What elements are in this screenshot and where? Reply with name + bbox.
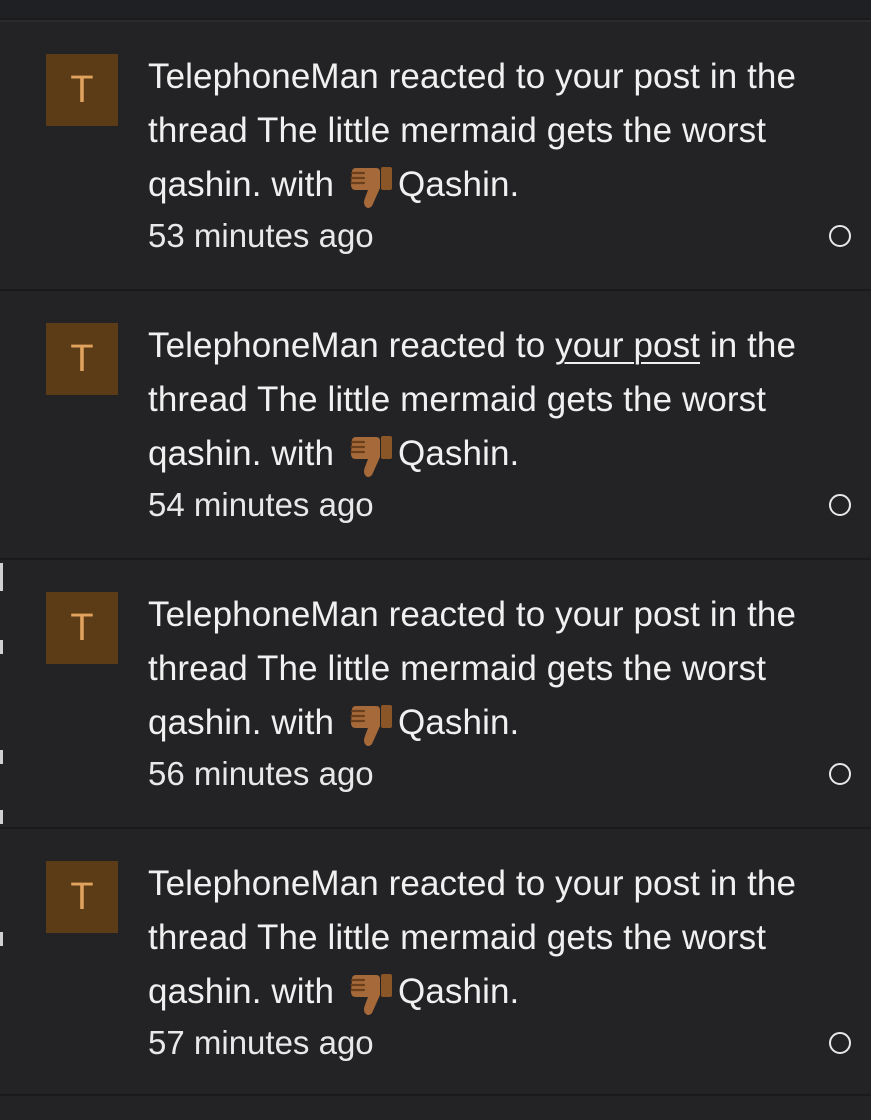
alert-with: with <box>271 972 335 1011</box>
alert-with: with <box>271 165 335 204</box>
avatar[interactable]: T <box>46 861 118 933</box>
mark-read-toggle[interactable] <box>829 494 851 516</box>
next-alert-partial <box>0 1094 871 1120</box>
alert-action: reacted to <box>388 864 546 903</box>
left-edge-marker <box>0 750 3 764</box>
username-link[interactable]: TelephoneMan <box>148 57 379 96</box>
thumbs-down-icon <box>350 436 393 477</box>
left-edge-marker <box>0 810 3 824</box>
alert-list: T TelephoneMan reacted to your post in t… <box>0 20 871 1098</box>
left-edge-marker <box>0 640 3 654</box>
reaction-name: Qashin. <box>398 165 520 204</box>
post-link[interactable]: your post <box>555 595 700 634</box>
reaction-name: Qashin. <box>398 703 520 742</box>
alert-item[interactable]: T TelephoneMan reacted to your post in t… <box>0 829 871 1098</box>
alert-with: with <box>271 703 335 742</box>
avatar[interactable]: T <box>46 592 118 664</box>
alert-text: TelephoneMan reacted to your post in the… <box>148 588 818 750</box>
alert-item[interactable]: T TelephoneMan reacted to your post in t… <box>0 291 871 560</box>
alert-time: 53 minutes ago <box>148 217 374 254</box>
mark-read-toggle[interactable] <box>829 225 851 247</box>
post-link[interactable]: your post <box>555 326 700 365</box>
reaction-name: Qashin. <box>398 434 520 473</box>
top-strip <box>0 0 871 18</box>
reaction-name: Qashin. <box>398 972 520 1011</box>
alert-action: reacted to <box>388 326 546 365</box>
avatar[interactable]: T <box>46 323 118 395</box>
alert-text: TelephoneMan reacted to your post in the… <box>148 50 818 212</box>
alert-time: 56 minutes ago <box>148 755 374 792</box>
left-edge-marker <box>0 932 3 946</box>
username-link[interactable]: TelephoneMan <box>148 326 379 365</box>
alert-time: 54 minutes ago <box>148 486 374 523</box>
username-link[interactable]: TelephoneMan <box>148 595 379 634</box>
thumbs-down-icon <box>350 705 393 746</box>
post-link[interactable]: your post <box>555 57 700 96</box>
mark-read-toggle[interactable] <box>829 763 851 785</box>
alert-action: reacted to <box>388 595 546 634</box>
alert-with: with <box>271 434 335 473</box>
thumbs-down-icon <box>350 974 393 1015</box>
alert-item[interactable]: T TelephoneMan reacted to your post in t… <box>0 560 871 829</box>
username-link[interactable]: TelephoneMan <box>148 864 379 903</box>
alert-time: 57 minutes ago <box>148 1024 374 1061</box>
thumbs-down-icon <box>350 167 393 208</box>
mark-read-toggle[interactable] <box>829 1032 851 1054</box>
avatar[interactable]: T <box>46 54 118 126</box>
alert-text: TelephoneMan reacted to your post in the… <box>148 857 818 1019</box>
alert-text: TelephoneMan reacted to your post in the… <box>148 319 818 481</box>
left-edge-marker <box>0 563 3 591</box>
alert-action: reacted to <box>388 57 546 96</box>
post-link[interactable]: your post <box>555 864 700 903</box>
alert-item[interactable]: T TelephoneMan reacted to your post in t… <box>0 20 871 291</box>
